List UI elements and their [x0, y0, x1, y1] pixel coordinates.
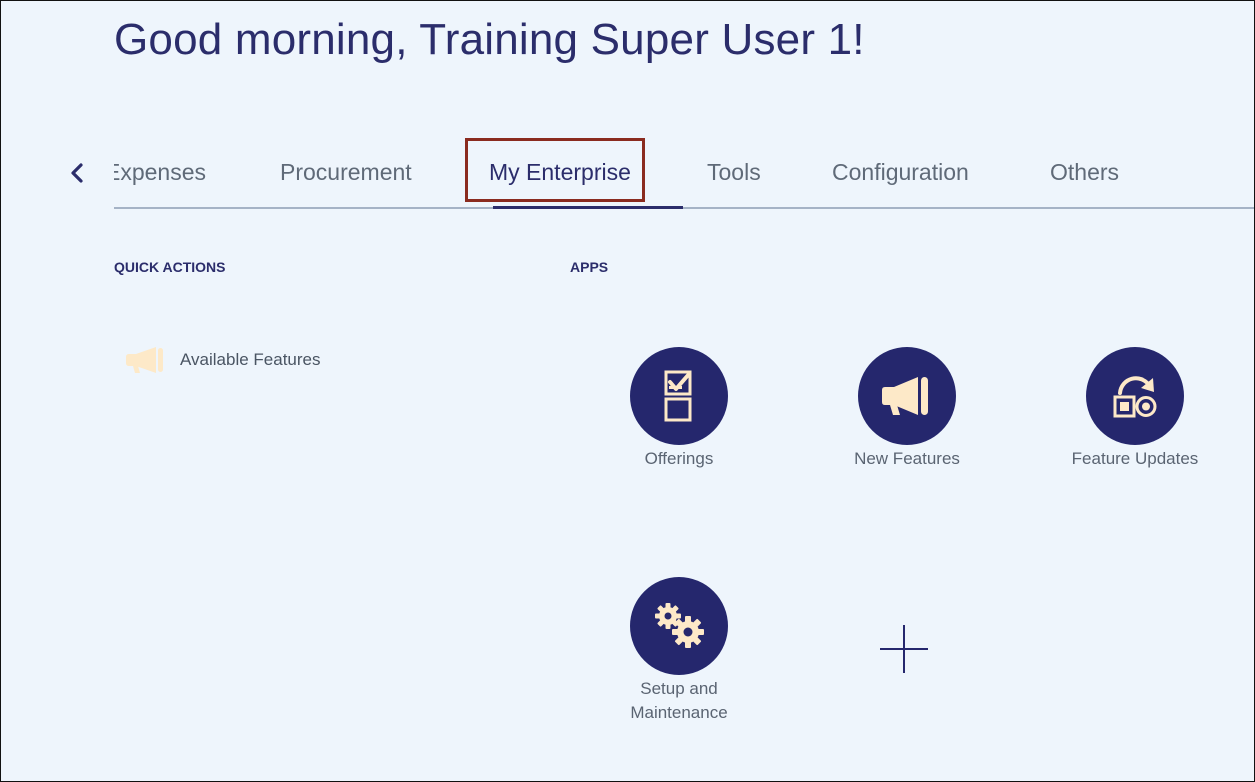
- active-tab-indicator: [493, 206, 683, 209]
- chevron-left-icon[interactable]: [65, 160, 91, 186]
- app-label: Offerings: [644, 449, 714, 468]
- app-icon-circle: [1086, 347, 1184, 445]
- checklist-icon: [664, 370, 692, 422]
- greeting-heading: Good morning, Training Super User 1!: [114, 15, 865, 64]
- tab-others[interactable]: Others: [1050, 156, 1119, 209]
- app-tile-offerings[interactable]: Offerings: [594, 347, 764, 471]
- navigation-tab-strip: Expenses Procurement My Enterprise Tools…: [114, 136, 1254, 209]
- quick-actions-heading: QUICK ACTIONS: [114, 259, 226, 275]
- megaphone-icon: [126, 347, 163, 373]
- app-label: Feature Updates: [1071, 449, 1199, 468]
- app-tile-feature-updates[interactable]: Feature Updates: [1050, 347, 1220, 471]
- gears-icon: [655, 603, 704, 648]
- app-label: New Features: [854, 449, 960, 468]
- apps-heading: APPS: [570, 259, 609, 275]
- quick-action-label: Available Features: [180, 350, 321, 369]
- plus-icon[interactable]: [878, 623, 930, 675]
- megaphone-icon: [882, 377, 928, 415]
- quick-action-available-features[interactable]: Available Features: [122, 345, 321, 375]
- app-label: Setup and Maintenance: [630, 679, 728, 722]
- app-icon-circle: [630, 347, 728, 445]
- tab-expenses[interactable]: Expenses: [114, 156, 206, 209]
- app-tile-setup-and-maintenance[interactable]: Setup and Maintenance: [594, 577, 764, 725]
- tab-my-enterprise[interactable]: My Enterprise: [489, 156, 631, 209]
- feature-update-icon: [1113, 376, 1157, 418]
- app-icon-circle: [858, 347, 956, 445]
- tab-tools[interactable]: Tools: [707, 156, 761, 209]
- app-tile-new-features[interactable]: New Features: [822, 347, 992, 471]
- app-icon-circle: [630, 577, 728, 675]
- tab-configuration[interactable]: Configuration: [832, 156, 969, 209]
- page-frame: Good morning, Training Super User 1! Exp…: [0, 0, 1255, 782]
- tab-procurement[interactable]: Procurement: [280, 156, 412, 209]
